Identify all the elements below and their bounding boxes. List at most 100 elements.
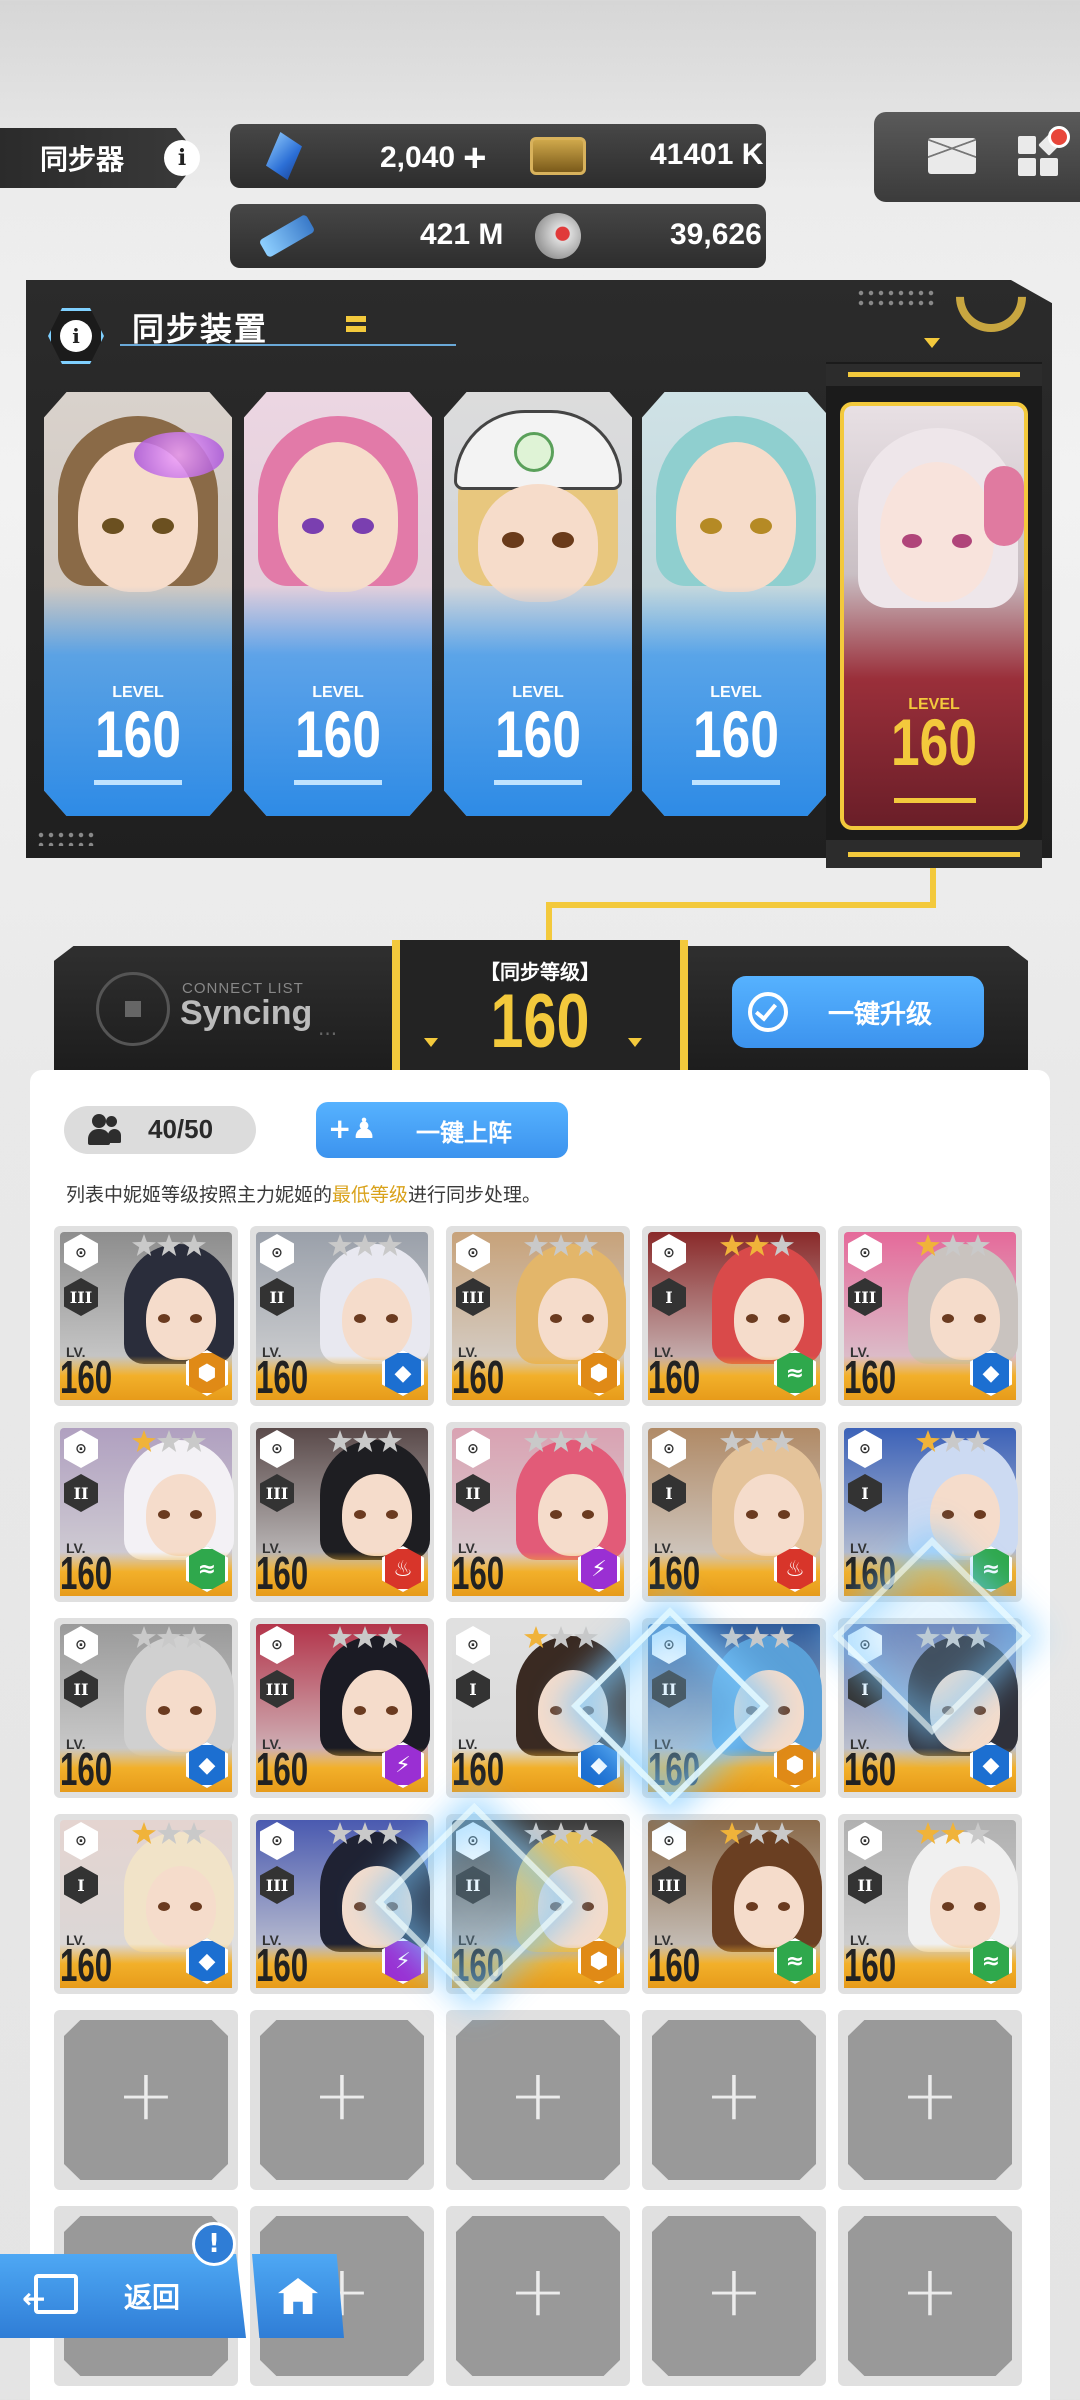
star-icon [549,1822,573,1844]
character-card[interactable]: ⊙ II LV. 160 ⚡ [446,1422,630,1602]
character-level: 160 [60,1743,113,1795]
character-card[interactable]: ⊙ I LV. 160 ≈ [642,1226,826,1406]
unit-level: 160 [295,697,381,771]
star-icon [353,1626,377,1648]
limit-break-stars [720,1430,795,1452]
character-level: 160 [60,1547,113,1599]
character-card[interactable]: ⊙ II LV. 160 ◆ [54,1618,238,1798]
limit-break-stars [132,1234,207,1256]
character-eye [386,1510,398,1519]
home-button[interactable] [252,2254,344,2338]
main-unit-card[interactable]: LEVEL 160 [642,392,830,816]
limit-break-stars [524,1234,599,1256]
star-icon [157,1822,181,1844]
hint-text: 进行同步处理。 [408,1184,542,1206]
empty-slot[interactable]: + [54,2010,238,2190]
character-card[interactable]: ⊙ II LV. 160 ≈ [54,1422,238,1602]
character-card[interactable]: ⊙ III LV. 160 ◆ [838,1226,1022,1406]
star-icon [524,1234,548,1256]
limit-break-stars [916,1430,991,1452]
title-underline [120,344,456,346]
star-icon [328,1234,352,1256]
add-icon: + [508,2054,568,2136]
star-icon [378,1234,402,1256]
star-icon [182,1822,206,1844]
character-eye [746,1510,758,1519]
empty-slot[interactable]: + [838,2010,1022,2190]
main-unit-card[interactable]: LEVEL 160 [244,392,432,816]
star-icon [378,1430,402,1452]
empty-slot[interactable]: + [446,2206,630,2386]
list-icon[interactable] [346,316,366,338]
star-icon [378,1626,402,1648]
star-icon [720,1430,744,1452]
star-icon [574,1822,598,1844]
character-face [930,1278,1000,1360]
character-card[interactable]: ⊙ II LV. 160 ≈ [838,1814,1022,1994]
character-eye [778,1706,790,1715]
limit-break-stars [132,1822,207,1844]
resource-bar-bottom: 421 M 39,626 [230,204,766,268]
limit-break-stars [132,1626,207,1648]
star-icon [720,1626,744,1648]
character-eye [778,1510,790,1519]
lowest-level-unit-card[interactable]: LEVEL 160 [840,402,1028,830]
star-icon [549,1626,573,1648]
character-face [146,1278,216,1360]
main-unit-card[interactable]: LEVEL 160 [444,392,632,816]
empty-slot[interactable]: + [642,2206,826,2386]
info-icon[interactable]: i [164,140,200,176]
arrow-decoration [628,1038,642,1047]
star-icon [353,1430,377,1452]
character-card[interactable]: ⊙ III LV. 160 ≈ [642,1814,826,1994]
character-eye [354,1706,366,1715]
character-card[interactable]: ⊙ III LV. 160 ♨ [250,1422,434,1602]
limit-break-stars [132,1430,207,1452]
character-eye [386,1314,398,1323]
star-icon [378,1822,402,1844]
character-level: 160 [60,1939,113,1991]
star-icon [328,1430,352,1452]
empty-slot[interactable]: + [250,2010,434,2190]
back-arrow-icon: ← [22,2282,46,2315]
add-gems-button[interactable]: + [463,138,486,178]
star-icon [941,1430,965,1452]
hint-text: 列表中妮姬等级按照主力妮姬的 [66,1184,333,1206]
star-icon [770,1430,794,1452]
empty-slot[interactable]: + [446,2010,630,2190]
character-eye [550,1510,562,1519]
star-icon [720,1234,744,1256]
star-icon [720,1822,744,1844]
main-unit-card[interactable]: LEVEL 160 [44,392,232,816]
character-card[interactable]: ⊙ III LV. 160 ⬢ [54,1226,238,1406]
character-eye [190,1902,202,1911]
character-eye [190,1510,202,1519]
character-card[interactable]: ⊙ I LV. 160 ♨ [642,1422,826,1602]
empty-slot[interactable]: + [838,2206,1022,2386]
character-card[interactable]: ⊙ III LV. 160 ⬢ [446,1226,630,1406]
character-level: 160 [648,1351,701,1403]
gems-value: 2,040 [380,141,456,174]
character-eye [354,1510,366,1519]
character-eye [582,1510,594,1519]
panel-info-icon[interactable]: i [60,320,92,352]
chip-icon [258,213,316,259]
character-eye [974,1510,986,1519]
star-icon [353,1234,377,1256]
character-card[interactable]: ⊙ II LV. 160 ◆ [250,1226,434,1406]
resource-bar-top: 2,040 + 41401 K [230,124,766,188]
mail-icon[interactable] [928,138,976,174]
character-eye [158,1510,170,1519]
character-eye [550,1706,562,1715]
star-icon [157,1430,181,1452]
star-icon [182,1234,206,1256]
unit-level: 160 [693,697,779,771]
core-icon [535,213,581,259]
character-eye [158,1902,170,1911]
character-card[interactable]: ⊙ I LV. 160 ◆ [54,1814,238,1994]
empty-slot[interactable]: + [642,2010,826,2190]
add-icon: + [704,2250,764,2332]
roster-count: 40/50 [148,1114,214,1144]
home-icon [278,2278,318,2314]
character-card[interactable]: ⊙ III LV. 160 ⚡ [250,1618,434,1798]
